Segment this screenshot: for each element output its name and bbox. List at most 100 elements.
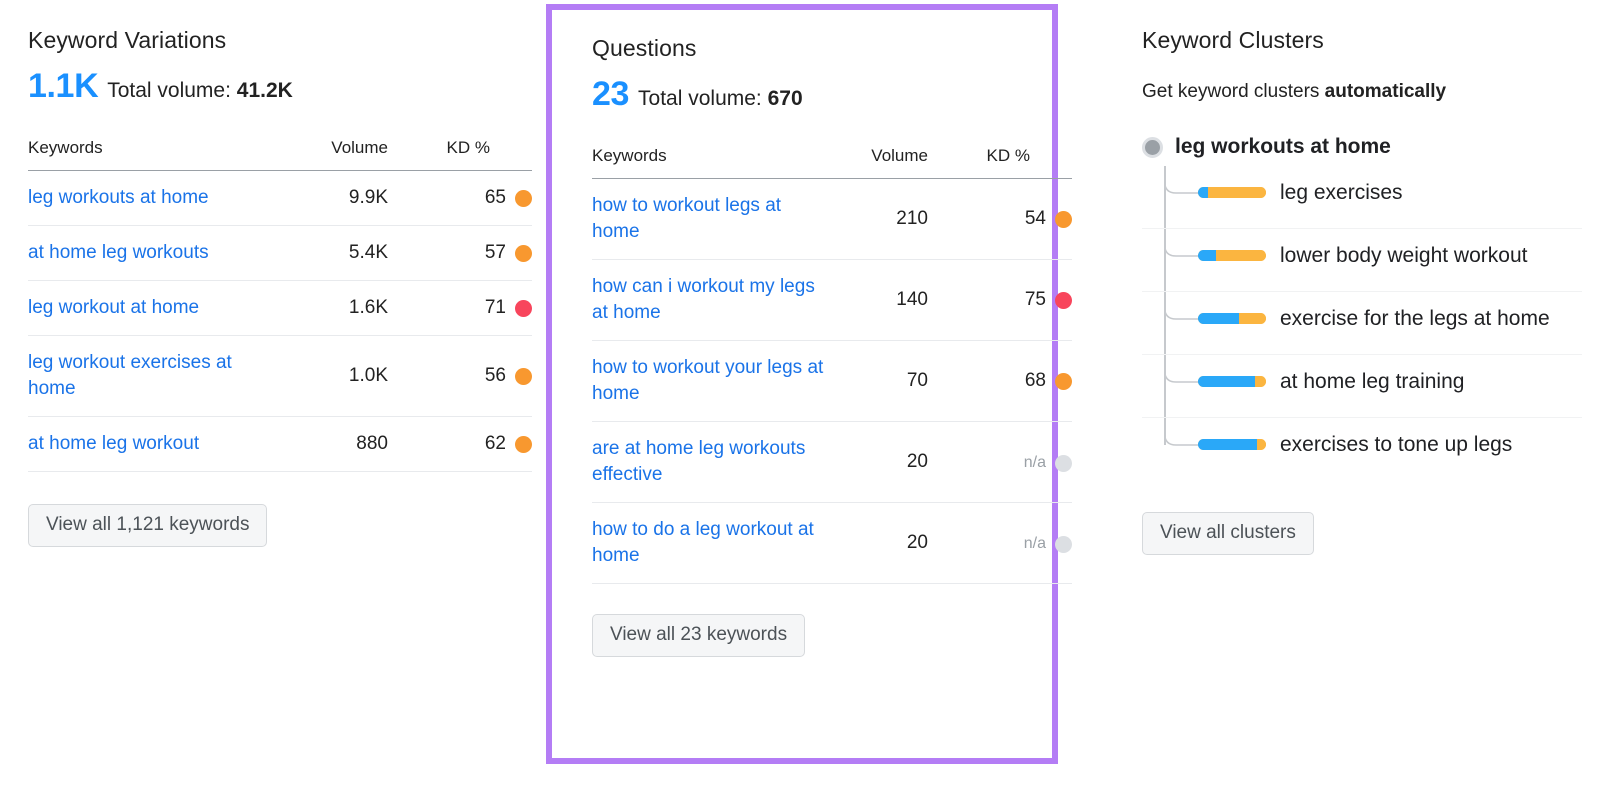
kd-cell: n/a xyxy=(928,422,1072,503)
kd-difficulty-dot-icon xyxy=(515,436,532,453)
keyword-overview-page: Keyword Variations 1.1K Total volume: 41… xyxy=(0,0,1600,791)
keyword-link[interactable]: at home leg workouts xyxy=(28,240,209,266)
kd-value-wrapper: 56 xyxy=(476,365,532,387)
keyword-link[interactable]: leg workout at home xyxy=(28,295,199,321)
clusters-subtitle-text: Get keyword clusters xyxy=(1142,81,1325,102)
kd-value: 57 xyxy=(485,242,506,264)
kd-value: 62 xyxy=(485,433,506,455)
kd-cell: 54 xyxy=(928,179,1072,260)
view-all-questions-button[interactable]: View all 23 keywords xyxy=(592,614,805,657)
cluster-item-label: at home leg training xyxy=(1280,369,1464,395)
table-row: at home leg workout 880 62 xyxy=(28,417,532,472)
cluster-bar-blue-segment xyxy=(1198,187,1208,198)
cluster-item[interactable]: leg exercises xyxy=(1142,166,1582,229)
cluster-item-label: lower body weight workout xyxy=(1280,243,1527,269)
cluster-bar-blue-segment xyxy=(1198,439,1257,450)
cluster-bar-yellow-segment xyxy=(1255,376,1266,387)
cluster-bar-yellow-segment xyxy=(1239,313,1266,324)
kd-value-wrapper: 65 xyxy=(476,187,532,209)
keyword-link[interactable]: how can i workout my legs at home xyxy=(592,274,832,326)
cluster-item-label: leg exercises xyxy=(1280,180,1403,206)
total-volume-value: 670 xyxy=(768,87,803,110)
kd-value-wrapper: 62 xyxy=(476,433,532,455)
table-row: how to workout your legs at home7068 xyxy=(592,341,1072,422)
questions-panel: Questions 23 Total volume: 670 Keywords … xyxy=(546,4,1058,764)
cluster-root-node-icon xyxy=(1142,137,1163,158)
clusters-subtitle-emphasis: automatically xyxy=(1325,81,1446,102)
view-all-clusters-button[interactable]: View all clusters xyxy=(1142,512,1314,555)
keyword-link[interactable]: how to do a leg workout at home xyxy=(592,517,832,569)
tree-connector-icon xyxy=(1164,166,1198,198)
kd-cell: 56 xyxy=(388,336,532,417)
volume-cell: 5.4K xyxy=(283,226,388,281)
cluster-bar-yellow-segment xyxy=(1216,250,1266,261)
table-header-row: Keywords Volume KD % xyxy=(28,138,532,171)
volume-cell: 880 xyxy=(283,417,388,472)
cluster-item[interactable]: exercises to tone up legs xyxy=(1142,418,1582,480)
cluster-bar-blue-segment xyxy=(1198,376,1255,387)
cluster-share-bar xyxy=(1198,313,1266,324)
cluster-item[interactable]: lower body weight workout xyxy=(1142,229,1582,292)
volume-cell: 140 xyxy=(832,260,928,341)
total-volume-label: Total volume: xyxy=(638,87,762,110)
kd-value: 56 xyxy=(485,365,506,387)
kd-value: n/a xyxy=(1024,535,1046,553)
keyword-link[interactable]: are at home leg workouts effective xyxy=(592,436,832,488)
kd-value-wrapper: n/a xyxy=(1016,454,1072,472)
cluster-bar-yellow-segment xyxy=(1208,187,1266,198)
table-row: how to workout legs at home21054 xyxy=(592,179,1072,260)
keyword-link[interactable]: leg workouts at home xyxy=(28,185,209,211)
kd-value-wrapper: 54 xyxy=(1016,208,1072,230)
table-row: how can i workout my legs at home14075 xyxy=(592,260,1072,341)
cluster-share-bar xyxy=(1198,439,1266,450)
table-row: are at home leg workouts effective20n/a xyxy=(592,422,1072,503)
kd-cell: 65 xyxy=(388,171,532,226)
kd-difficulty-dot-icon xyxy=(1055,373,1072,390)
column-header-volume: Volume xyxy=(283,138,388,171)
view-all-keywords-button[interactable]: View all 1,121 keywords xyxy=(28,504,267,547)
keyword-cell: how to do a leg workout at home xyxy=(592,503,832,584)
kd-value: 54 xyxy=(1025,208,1046,230)
kd-difficulty-dot-icon xyxy=(515,245,532,262)
keyword-variations-title: Keyword Variations xyxy=(28,26,490,54)
kd-cell: 75 xyxy=(928,260,1072,341)
kd-value-wrapper: n/a xyxy=(1016,535,1072,553)
keyword-link[interactable]: leg workout exercises at home xyxy=(28,350,283,402)
keyword-cell: how to workout your legs at home xyxy=(592,341,832,422)
cluster-item[interactable]: at home leg training xyxy=(1142,355,1582,418)
keyword-cell: leg workouts at home xyxy=(28,171,283,226)
tree-connector-icon xyxy=(1164,292,1198,324)
volume-cell: 70 xyxy=(832,341,928,422)
column-header-volume: Volume xyxy=(832,146,928,179)
table-row: leg workout at home 1.6K 71 xyxy=(28,281,532,336)
volume-cell: 1.6K xyxy=(283,281,388,336)
keyword-cell: leg workout exercises at home xyxy=(28,336,283,417)
column-header-keywords: Keywords xyxy=(28,138,283,171)
keyword-variations-panel: Keyword Variations 1.1K Total volume: 41… xyxy=(28,26,490,547)
keyword-cell: how to workout legs at home xyxy=(592,179,832,260)
cluster-item[interactable]: exercise for the legs at home xyxy=(1142,292,1582,355)
total-volume-label: Total volume: xyxy=(107,79,231,102)
volume-cell: 9.9K xyxy=(283,171,388,226)
questions-count: 23 xyxy=(592,76,629,112)
cluster-share-bar xyxy=(1198,187,1266,198)
questions-footer: View all 23 keywords xyxy=(592,614,1018,657)
cluster-tree-root[interactable]: leg workouts at home xyxy=(1142,134,1582,160)
keyword-cell: are at home leg workouts effective xyxy=(592,422,832,503)
keyword-clusters-footer: View all clusters xyxy=(1142,512,1582,555)
kd-value: 71 xyxy=(485,297,506,319)
table-row: how to do a leg workout at home20n/a xyxy=(592,503,1072,584)
table-row: leg workouts at home 9.9K 65 xyxy=(28,171,532,226)
keyword-link[interactable]: how to workout your legs at home xyxy=(592,355,832,407)
cluster-root-label: leg workouts at home xyxy=(1175,134,1391,160)
keyword-link[interactable]: how to workout legs at home xyxy=(592,193,832,245)
cluster-item-label: exercises to tone up legs xyxy=(1280,432,1512,458)
total-volume-value: 41.2K xyxy=(237,79,293,102)
keyword-cell: at home leg workouts xyxy=(28,226,283,281)
table-header-row: Keywords Volume KD % xyxy=(592,146,1072,179)
table-row: leg workout exercises at home1.0K56 xyxy=(28,336,532,417)
cluster-share-bar xyxy=(1198,376,1266,387)
keyword-variations-total-volume: Total volume: 41.2K xyxy=(107,79,293,103)
keyword-link[interactable]: at home leg workout xyxy=(28,431,199,457)
keyword-clusters-title: Keyword Clusters xyxy=(1142,26,1582,54)
